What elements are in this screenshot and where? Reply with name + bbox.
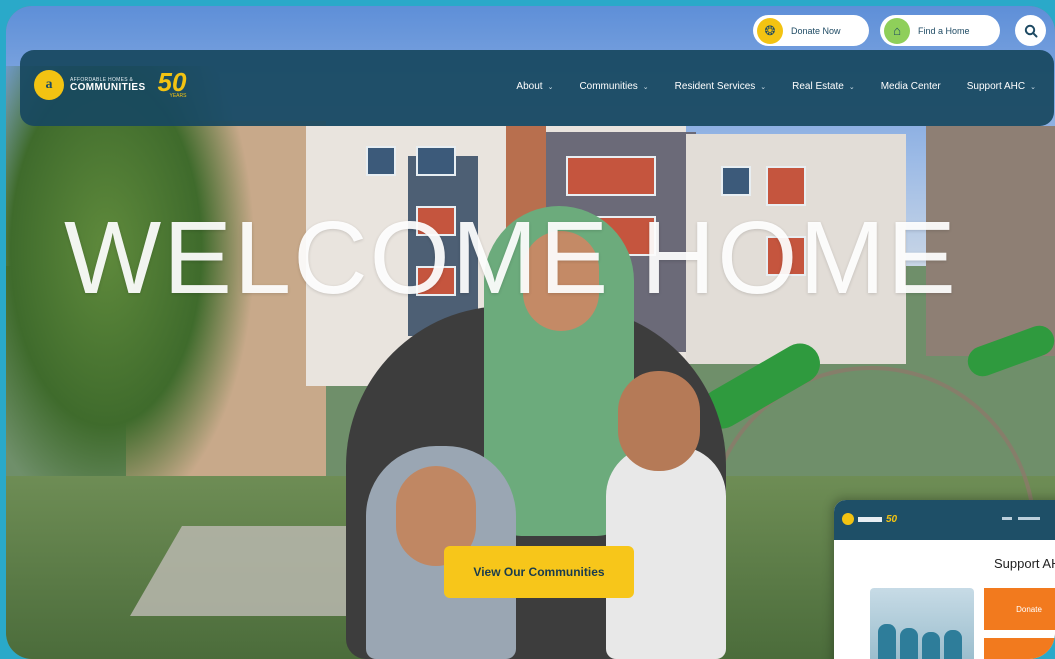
chevron-down-icon: ⌄: [760, 83, 767, 91]
chevron-down-icon: ⌄: [547, 83, 554, 91]
anniversary-suffix: YEARS: [169, 93, 187, 100]
nav-item-communities[interactable]: Communities ⌄: [579, 81, 648, 92]
ahc-logo-icon: a: [34, 70, 64, 100]
boy-face: [618, 371, 700, 471]
nav-item-label: Support AHC: [966, 81, 1026, 92]
window: [366, 146, 396, 176]
find-a-home-button[interactable]: ⌂ Find a Home: [880, 15, 1000, 46]
main-navigation: a AFFORDABLE HOMES & COMMUNITIES 50 YEAR…: [20, 50, 1054, 126]
chevron-down-icon: ⌄: [642, 83, 649, 91]
nav-item-label: Real Estate: [792, 81, 844, 92]
site-logo[interactable]: a AFFORDABLE HOMES & COMMUNITIES 50 YEAR…: [34, 67, 187, 100]
preview-heading: Support AH: [994, 556, 1055, 571]
preview-tile: [984, 638, 1055, 659]
preview-nav-links: [1002, 517, 1040, 520]
preview-anniversary: 50: [886, 513, 898, 525]
nav-item-support-ahc[interactable]: Support AHC ⌄: [967, 81, 1036, 92]
search-button[interactable]: [1015, 15, 1046, 46]
support-page-preview: 50 Support AH Donate: [834, 500, 1055, 659]
chevron-down-icon: ⌄: [848, 83, 855, 91]
person-figure: [878, 624, 896, 659]
window: [416, 146, 456, 176]
window: [721, 166, 751, 196]
person-figure: [922, 632, 940, 659]
preview-logo-text: [858, 516, 882, 522]
hero-title: WELCOME HOME: [64, 200, 958, 315]
search-icon: [1024, 24, 1037, 37]
preview-donate-tile[interactable]: Donate: [984, 588, 1055, 630]
find-a-home-label: Find a Home: [918, 25, 970, 36]
nav-item-real-estate[interactable]: Real Estate ⌄: [792, 81, 855, 92]
anniversary-number: 50: [157, 67, 187, 98]
preview-logo-icon: [842, 513, 854, 525]
donate-now-button[interactable]: ❂ Donate Now: [753, 15, 869, 46]
preview-nav-link: [1002, 517, 1012, 520]
nav-item-media-center[interactable]: Media Center: [881, 81, 941, 92]
nav-item-label: Media Center: [880, 81, 941, 92]
logo-line2: COMMUNITIES: [70, 81, 146, 93]
donate-icon: ❂: [757, 17, 783, 44]
logo-wordmark: AFFORDABLE HOMES & COMMUNITIES: [70, 77, 146, 93]
anniversary-badge: 50 YEARS: [157, 67, 187, 100]
person-figure: [900, 628, 918, 659]
nav-menu: About ⌄ Communities ⌄ Resident Services …: [490, 81, 1036, 92]
preview-nav: 50: [834, 500, 1055, 540]
view-communities-button[interactable]: View Our Communities: [444, 546, 634, 598]
website-frame: WELCOME HOME View Our Communities a AFFO…: [6, 6, 1055, 659]
nav-item-about[interactable]: About ⌄: [516, 81, 553, 92]
chevron-down-icon: ⌄: [1030, 83, 1036, 91]
preview-staff-photo: [870, 588, 974, 659]
preview-nav-link: [1018, 517, 1040, 520]
donate-now-label: Donate Now: [791, 25, 841, 36]
nav-item-label: About: [516, 81, 543, 92]
nav-item-resident-services[interactable]: Resident Services ⌄: [675, 81, 766, 92]
window: [566, 156, 656, 196]
preview-logo: 50: [842, 513, 897, 525]
nav-item-label: Communities: [579, 81, 638, 92]
home-icon: ⌂: [884, 17, 910, 44]
nav-item-label: Resident Services: [674, 81, 756, 92]
person-figure: [944, 630, 962, 659]
